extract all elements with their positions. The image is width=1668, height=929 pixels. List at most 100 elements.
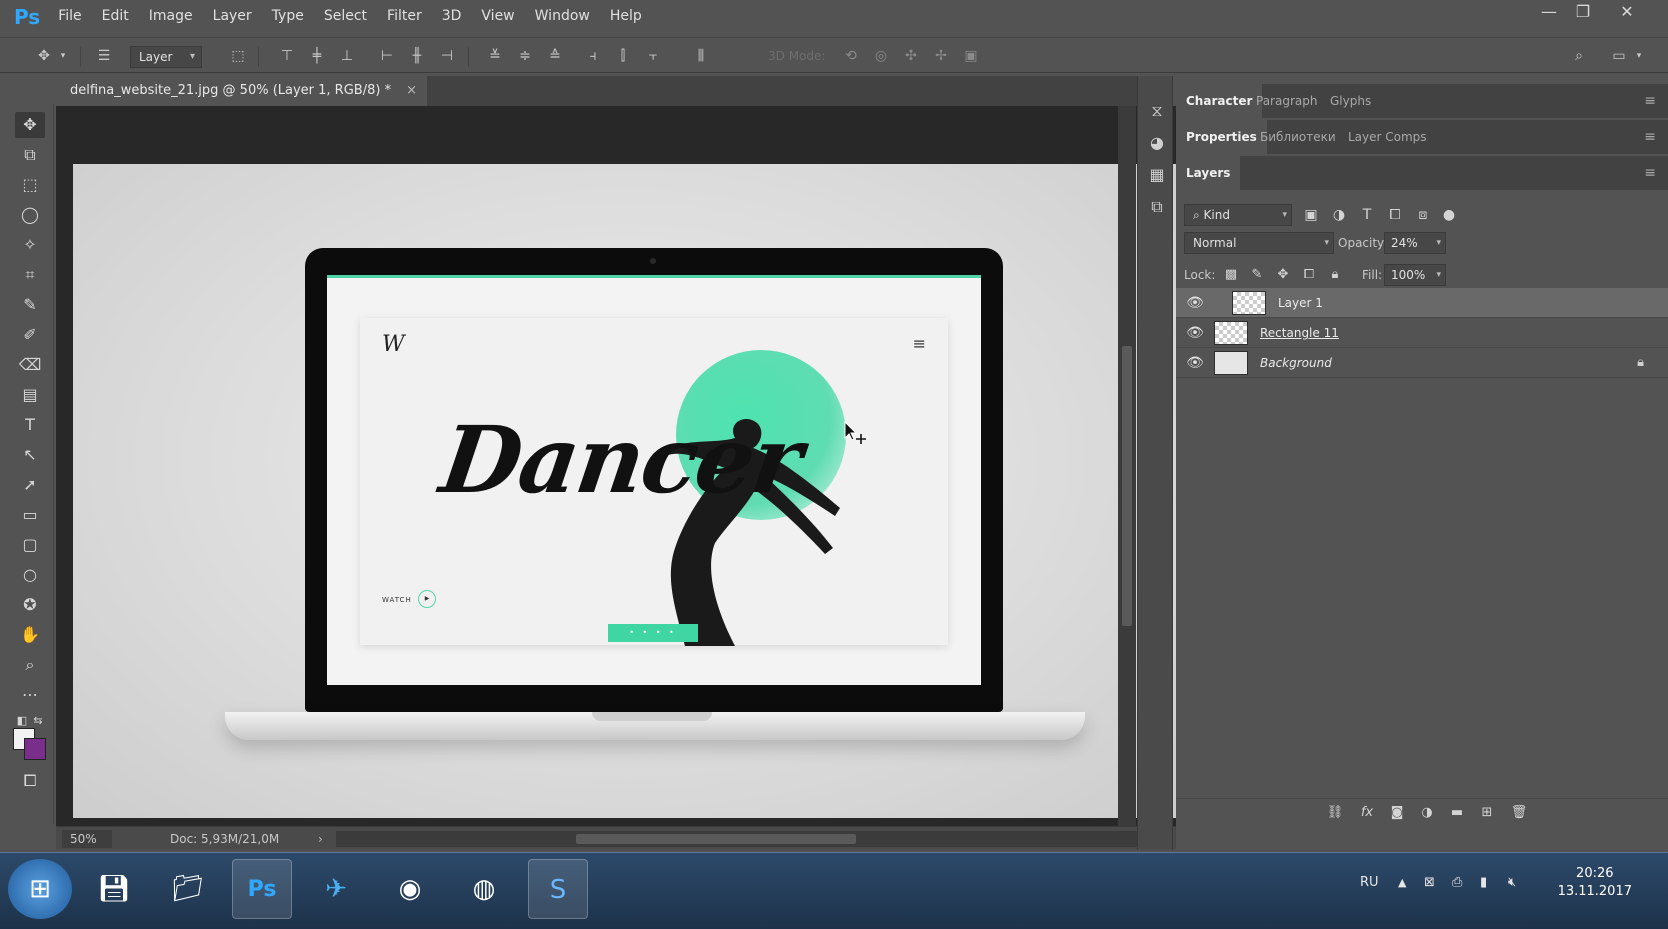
volume-icon[interactable]: 🔇︎ xyxy=(1508,853,1516,913)
menu-edit[interactable]: Edit xyxy=(92,0,139,33)
tab-glyphs[interactable]: Glyphs xyxy=(1320,84,1381,118)
zoom-tool-icon[interactable]: ⌕ xyxy=(15,652,45,678)
menu-image[interactable]: Image xyxy=(139,0,203,33)
fill-field[interactable]: 100% ▾ xyxy=(1384,264,1446,286)
close-tab-icon[interactable]: × xyxy=(406,76,417,106)
document-tab[interactable]: delfina_website_21.jpg @ 50% (Layer 1, R… xyxy=(56,76,428,106)
tray-app-icon[interactable]: ⊠ xyxy=(1424,853,1435,913)
photoshop-taskbar-icon[interactable]: Ps xyxy=(232,859,292,919)
opacity-field[interactable]: 24% ▾ xyxy=(1384,232,1446,254)
artboard-tool-icon[interactable]: ⧉ xyxy=(15,142,45,168)
filter-smart-object-icon[interactable]: ⧈ xyxy=(1412,204,1434,226)
distribute-top-icon[interactable]: ≚ xyxy=(484,45,506,67)
restore-button[interactable]: ❐ xyxy=(1568,0,1598,24)
filter-adjustment-icon[interactable]: ◑ xyxy=(1328,204,1350,226)
lasso-tool-icon[interactable]: ◯ xyxy=(15,202,45,228)
search-icon[interactable]: ⌕ xyxy=(1568,45,1590,67)
filter-shape-icon[interactable]: ⧠ xyxy=(1384,204,1406,226)
lock-position-icon[interactable]: ✥ xyxy=(1272,264,1294,286)
start-button[interactable]: ⊞ xyxy=(8,859,72,919)
menu-layer[interactable]: Layer xyxy=(203,0,262,33)
distribute-hcenter-icon[interactable]: ⫿ xyxy=(612,45,634,67)
lock-pixels-icon[interactable]: ✎ xyxy=(1246,264,1268,286)
menu-select[interactable]: Select xyxy=(314,0,377,33)
rounded-rectangle-tool-icon[interactable]: ▢ xyxy=(15,532,45,558)
skype-icon[interactable]: S xyxy=(528,859,588,919)
styles-icon[interactable]: ⧉ xyxy=(1144,194,1170,220)
tab-paragraph[interactable]: Paragraph xyxy=(1246,84,1327,118)
tab-libraries[interactable]: Библиотеки xyxy=(1250,120,1346,154)
magic-wand-tool-icon[interactable]: ✧ xyxy=(15,232,45,258)
blend-mode-dropdown[interactable]: Normal ▾ xyxy=(1184,232,1334,254)
tray-device-icon[interactable]: ⎙ xyxy=(1452,853,1462,913)
file-explorer-icon[interactable]: 📁︎ xyxy=(158,859,218,919)
filter-toggle-icon[interactable]: ● xyxy=(1438,204,1460,226)
canvas-area[interactable]: W ≡ Dancer WATCH ▶ • • • • xyxy=(56,106,1176,850)
tab-layers[interactable]: Layers xyxy=(1176,156,1241,190)
menu-file[interactable]: File xyxy=(48,0,91,33)
align-left-icon[interactable]: ⊢ xyxy=(376,45,398,67)
distribute-left-icon[interactable]: ⫞ xyxy=(582,45,604,67)
swatches-grid-icon[interactable]: ▦ xyxy=(1144,162,1170,188)
canvas[interactable]: W ≡ Dancer WATCH ▶ • • • • xyxy=(73,164,1176,818)
3d-pan-icon[interactable]: ✣ xyxy=(900,45,922,67)
close-window-button[interactable]: ✕ xyxy=(1612,0,1642,24)
layers-stack-icon[interactable]: ☰ xyxy=(92,45,116,67)
scroll-thumb[interactable] xyxy=(1122,346,1132,626)
background-color-swatch[interactable] xyxy=(24,738,46,760)
horizontal-scrollbar[interactable] xyxy=(336,831,1156,847)
save-app-icon[interactable]: 💾︎ xyxy=(84,859,144,919)
align-hcenter-icon[interactable]: ╫ xyxy=(406,45,428,67)
3d-orbit-icon[interactable]: ⟲ xyxy=(840,45,862,67)
chrome-icon[interactable]: ◉ xyxy=(380,859,440,919)
obs-icon[interactable]: ◍ xyxy=(454,859,514,919)
menu-help[interactable]: Help xyxy=(600,0,652,33)
network-icon[interactable]: ▮ xyxy=(1480,853,1487,913)
eye-icon[interactable]: 👁︎ xyxy=(1186,324,1204,342)
brush-tool-icon[interactable]: ✐ xyxy=(15,322,45,348)
marquee-tool-icon[interactable]: ⬚ xyxy=(15,172,45,198)
link-layers-icon[interactable]: ⛓ xyxy=(1324,803,1346,823)
filter-pixel-icon[interactable]: ▣ xyxy=(1300,204,1322,226)
color-palette-icon[interactable]: ◕ xyxy=(1144,130,1170,156)
menu-type[interactable]: Type xyxy=(262,0,314,33)
distribute-bottom-icon[interactable]: ≙ xyxy=(544,45,566,67)
auto-select-dropdown[interactable]: Layer ▾ xyxy=(130,46,202,68)
crop-tool-icon[interactable]: ⌗ xyxy=(15,262,45,288)
layer-row-rectangle-11[interactable]: 👁︎ Rectangle 11 xyxy=(1176,318,1668,348)
chevron-down-icon[interactable]: ▾ xyxy=(56,45,70,67)
language-indicator[interactable]: RU xyxy=(1360,853,1379,913)
kind-filter-dropdown[interactable]: ⌕ Kind ▾ xyxy=(1184,204,1292,226)
tab-layer-comps[interactable]: Layer Comps xyxy=(1338,120,1437,154)
vertical-scrollbar[interactable] xyxy=(1118,106,1136,850)
fx-icon[interactable]: fx xyxy=(1356,803,1378,823)
3d-slide-icon[interactable]: ✢ xyxy=(930,45,952,67)
panel-menu-icon[interactable]: ≡ xyxy=(1644,120,1656,154)
direct-selection-tool-icon[interactable]: ➚ xyxy=(15,472,45,498)
panel-menu-icon[interactable]: ≡ xyxy=(1644,156,1656,190)
status-menu-arrow-icon[interactable]: › xyxy=(318,830,323,848)
lock-transparent-icon[interactable]: ▩ xyxy=(1220,264,1242,286)
eraser-tool-icon[interactable]: ⌫ xyxy=(15,352,45,378)
layer-row-background[interactable]: 👁︎ Background 🔒︎ xyxy=(1176,348,1668,378)
add-mask-icon[interactable]: ◙ xyxy=(1386,803,1408,823)
menu-window[interactable]: Window xyxy=(525,0,600,33)
show-hidden-icons[interactable]: ▲ xyxy=(1398,853,1406,913)
chevron-down-icon[interactable]: ▾ xyxy=(1632,45,1646,67)
align-bottom-icon[interactable]: ⊥ xyxy=(336,45,358,67)
menu-filter[interactable]: Filter xyxy=(377,0,432,33)
gradient-tool-icon[interactable]: ▤ xyxy=(15,382,45,408)
type-tool-icon[interactable]: T xyxy=(15,412,45,438)
align-top-icon[interactable]: ⊤ xyxy=(276,45,298,67)
screen-mode-icon[interactable]: ⧠ xyxy=(15,768,45,794)
adjustment-layer-icon[interactable]: ◑ xyxy=(1416,803,1438,823)
transform-controls-icon[interactable]: ⬚ xyxy=(226,45,250,67)
align-right-icon[interactable]: ⊣ xyxy=(436,45,458,67)
auto-align-icon[interactable]: ⫼ xyxy=(690,45,712,67)
3d-scale-icon[interactable]: ▣ xyxy=(960,45,982,67)
move-tool-preset-icon[interactable]: ✥ xyxy=(32,45,56,67)
move-tool-icon[interactable]: ✥ xyxy=(15,112,45,138)
distribute-right-icon[interactable]: ⫟ xyxy=(642,45,664,67)
panel-menu-icon[interactable]: ≡ xyxy=(1644,84,1656,118)
new-layer-icon[interactable]: ⊞ xyxy=(1476,803,1498,823)
